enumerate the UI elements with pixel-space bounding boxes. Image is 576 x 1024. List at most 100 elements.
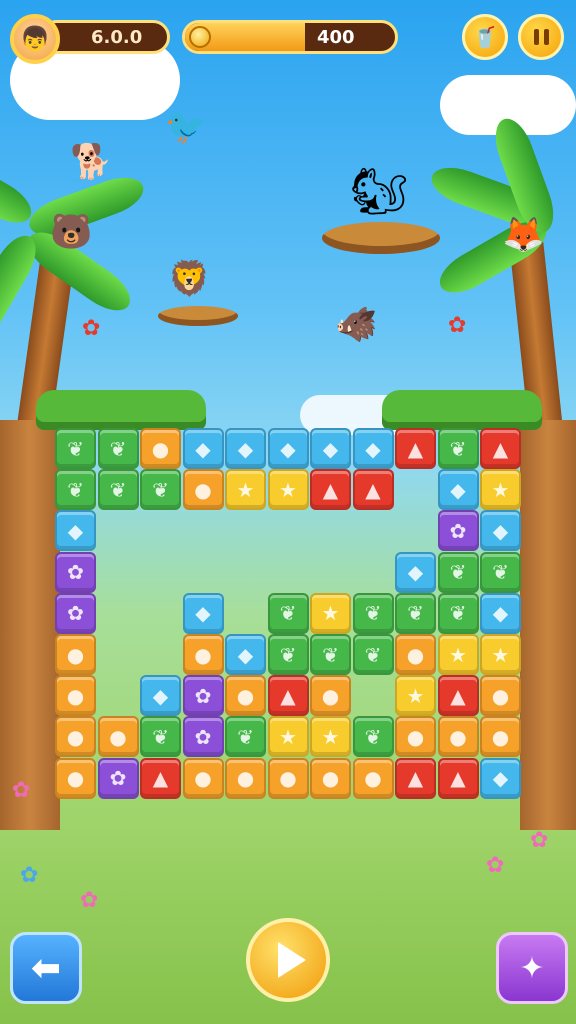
bear-icon: ● (406, 724, 425, 749)
gem-icon: ◆ (237, 642, 254, 667)
board-tile[interactable]: ✿ (182, 675, 224, 717)
play-button[interactable] (246, 918, 330, 1002)
board-tile[interactable]: ● (225, 675, 266, 717)
board-tile[interactable]: ● (182, 757, 224, 799)
board-tile[interactable]: ❦ (225, 716, 266, 758)
board-tile[interactable]: ❦ (352, 716, 394, 758)
board-tile[interactable]: ❦ (55, 469, 96, 511)
board-tile[interactable]: ● (395, 716, 436, 758)
board-tile[interactable]: ◆ (225, 428, 266, 469)
magic-button[interactable]: ✦ (496, 932, 568, 1004)
board-tile[interactable]: ● (55, 634, 96, 675)
board-tile[interactable]: ◆ (352, 428, 394, 469)
board-tile[interactable]: ★ (310, 592, 351, 634)
board-tile[interactable]: ◆ (480, 510, 521, 552)
board-tile[interactable]: ▲ (395, 428, 436, 469)
board-tile[interactable]: ❦ (437, 551, 479, 593)
board-tile[interactable]: ❦ (352, 592, 394, 634)
board-tile[interactable]: ▲ (267, 675, 309, 717)
board-tile[interactable]: ★ (310, 716, 351, 758)
board-tile[interactable]: ◆ (182, 428, 224, 469)
board-tile[interactable]: ● (480, 716, 521, 758)
board-tile[interactable]: ❦ (437, 592, 479, 634)
board-tile[interactable]: ★ (267, 469, 309, 511)
star-icon: ★ (279, 724, 297, 749)
board-tile[interactable]: ◆ (182, 592, 224, 634)
board-tile[interactable]: ❦ (55, 428, 96, 469)
cup-drink-icon: 🥤 (472, 25, 498, 49)
board-tile[interactable]: ● (395, 634, 436, 675)
board-tile[interactable]: ● (310, 757, 351, 799)
game-scene: 🐦 🐕 🐻 🦁 🐿 🦊 🐗 ✿ ✿ ✿ ✿ ✿ ✿ ✿ ❦ ❦ ● ◆ ◆ ◆ ◆ ◆ ▲ ❦ ▲ ❦… (0, 0, 576, 1024)
board-tile[interactable]: ✿ (182, 716, 224, 758)
board-tile[interactable]: ❦ (140, 469, 181, 511)
board-tile[interactable]: ❦ (97, 469, 139, 511)
board-tile[interactable]: ◆ (395, 551, 436, 593)
leaf-icon: ❦ (279, 642, 297, 667)
gem-icon: ◆ (280, 436, 296, 461)
board-tile[interactable]: ◆ (225, 634, 266, 675)
board-tile[interactable]: ★ (437, 634, 479, 675)
board-tile[interactable]: ★ (395, 675, 436, 717)
board-tile[interactable]: ● (55, 675, 96, 717)
board-tile[interactable]: ❦ (395, 592, 436, 634)
board-tile[interactable]: ✿ (55, 592, 96, 634)
board-tile[interactable]: ▲ (437, 675, 479, 717)
board-tile[interactable]: ❦ (97, 428, 139, 469)
board-tile[interactable]: ★ (480, 469, 521, 511)
board-tile[interactable]: ❦ (437, 428, 479, 469)
board-tile[interactable]: ● (267, 757, 309, 799)
board-tile[interactable]: ● (55, 716, 96, 758)
board-tile[interactable]: ★ (480, 634, 521, 675)
board-tile[interactable]: ✿ (55, 551, 96, 593)
leaf-icon: ❦ (152, 477, 169, 502)
player-avatar[interactable]: 👦 (10, 14, 60, 64)
board-tile[interactable]: ★ (225, 469, 266, 511)
board-tile[interactable]: ◆ (310, 428, 351, 469)
board-tile[interactable]: ❦ (310, 634, 351, 675)
back-button[interactable]: ⬅ (10, 932, 82, 1004)
board-tile[interactable]: ❦ (267, 634, 309, 675)
board-tile[interactable]: ● (55, 757, 96, 799)
board-tile[interactable]: ◆ (480, 592, 521, 634)
board-tile[interactable]: ❦ (480, 551, 521, 593)
board-tile[interactable]: ● (225, 757, 266, 799)
board-tile[interactable]: ▲ (395, 757, 436, 799)
board-tile[interactable]: ▲ (437, 757, 479, 799)
pause-button[interactable] (518, 14, 564, 60)
board-tile[interactable]: ● (97, 716, 139, 758)
leaf-icon: ❦ (67, 436, 84, 461)
board-tile[interactable]: ▲ (140, 757, 181, 799)
board-tile[interactable]: ❦ (267, 592, 309, 634)
board-tile[interactable]: ▲ (352, 469, 394, 511)
board-tile[interactable]: ◆ (480, 757, 521, 799)
board-tile[interactable]: ▲ (480, 428, 521, 469)
board-tile[interactable]: ● (182, 634, 224, 675)
board-tile[interactable]: ❦ (352, 634, 394, 675)
shop-button[interactable]: 🥤 (462, 14, 508, 60)
lion-cub-icon: 🦁 (168, 259, 211, 299)
board-tile[interactable]: ◆ (140, 675, 181, 717)
berry-icon: ✿ (194, 683, 212, 708)
board-tile[interactable]: ● (480, 675, 521, 717)
bear-icon: ● (321, 766, 340, 791)
grass-ledge-left (36, 390, 206, 430)
board-tile[interactable]: ★ (267, 716, 309, 758)
board-tile[interactable]: ❦ (140, 716, 181, 758)
bear-icon: ● (194, 642, 212, 667)
board-tile[interactable]: ◆ (437, 469, 479, 511)
board-tile[interactable]: ● (437, 716, 479, 758)
board-tile[interactable]: ◆ (55, 510, 96, 552)
pause-icon (533, 29, 549, 45)
board-tile[interactable]: ● (182, 469, 224, 511)
star-icon: ★ (491, 477, 510, 502)
board-tile[interactable]: ▲ (310, 469, 351, 511)
board-tile[interactable]: ● (310, 675, 351, 717)
board-tile[interactable]: ● (352, 757, 394, 799)
board-tile[interactable]: ✿ (97, 757, 139, 799)
board-tile[interactable]: ◆ (267, 428, 309, 469)
board-tile[interactable]: ● (140, 428, 181, 469)
leaf-icon: ❦ (109, 477, 127, 502)
board-tile[interactable]: ✿ (437, 510, 479, 552)
bear-icon: ● (406, 642, 425, 667)
